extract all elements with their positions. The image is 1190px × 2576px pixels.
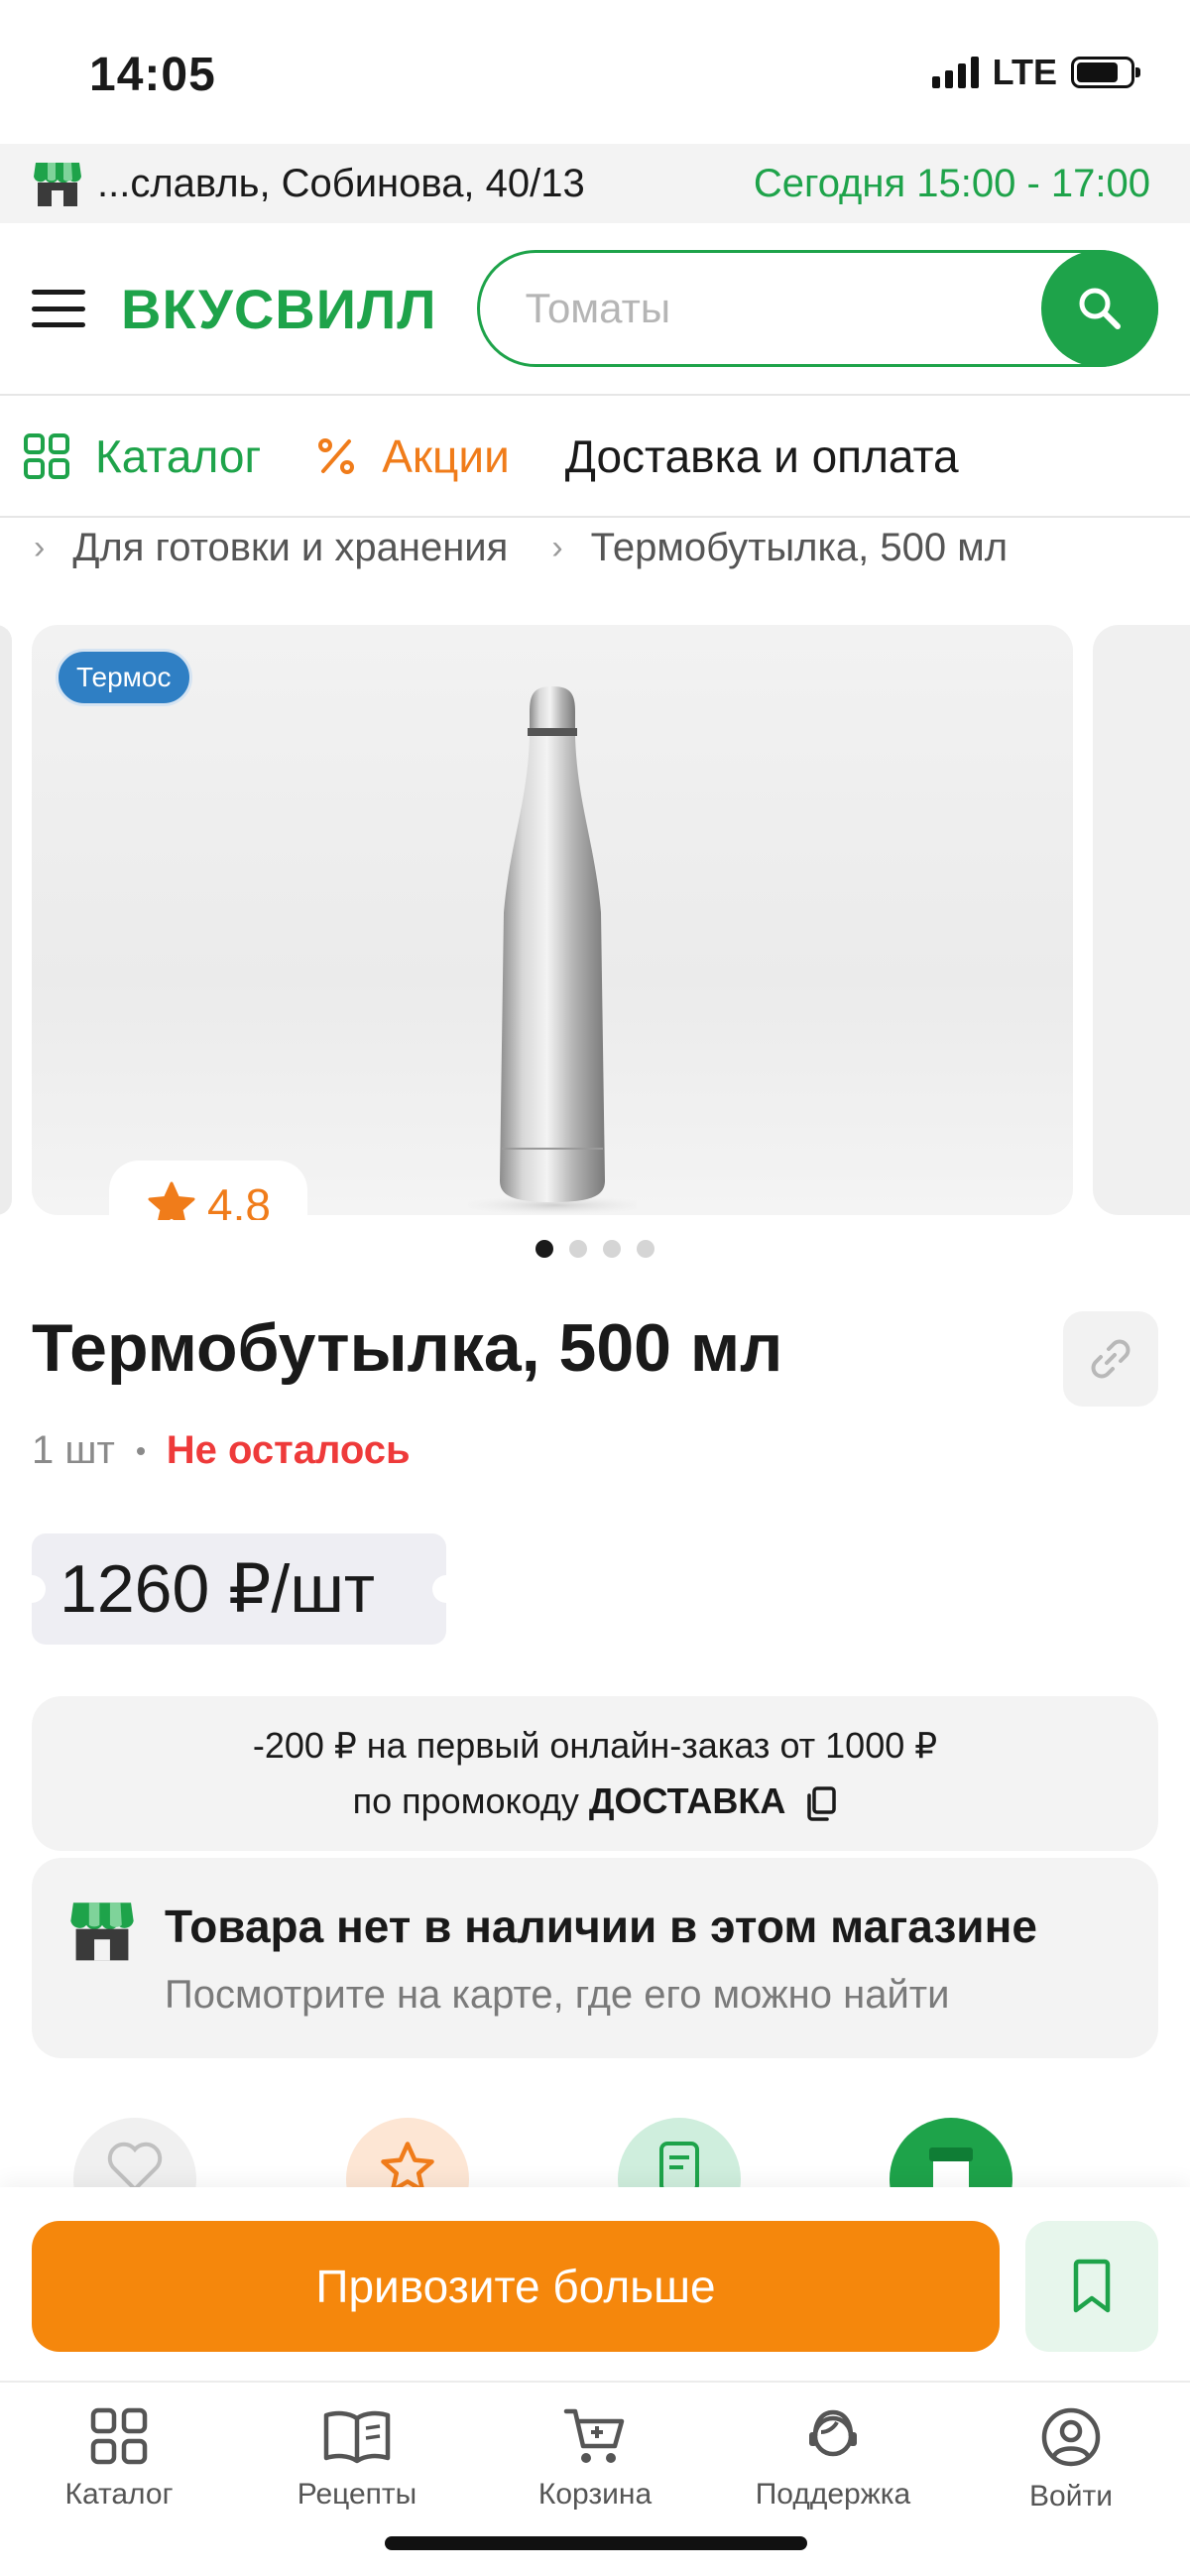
store-outline-icon: [929, 2147, 973, 2187]
notify-restock-button[interactable]: Привозите больше: [32, 2221, 1000, 2352]
book-icon: [323, 2410, 391, 2464]
rating-value: 4.8: [207, 1179, 271, 1220]
store-availability[interactable]: Товара нет в наличии в этом магазине Пос…: [32, 1858, 1158, 2058]
favorite-button[interactable]: [73, 2118, 196, 2187]
cta-area: Привозите больше: [0, 2187, 1190, 2381]
rate-button[interactable]: [346, 2118, 469, 2187]
signal-icon: [931, 57, 979, 88]
delivery-address: ...славль, Собинова, 40/13: [97, 161, 585, 205]
battery-icon: [1071, 57, 1140, 88]
header: ВКУСВИЛЛ: [0, 223, 1190, 394]
search-bar: [476, 250, 1158, 367]
gallery-pagination: [0, 1240, 1190, 1258]
product-price: 1260 ₽/шт: [18, 1533, 460, 1645]
copy-icon[interactable]: [805, 1785, 837, 1822]
separator-dot: [136, 1446, 145, 1455]
tab-label: Рецепты: [297, 2478, 417, 2511]
link-icon: [1091, 1339, 1130, 1379]
store-icon: [70, 1902, 134, 1961]
nav-sales[interactable]: Акции: [316, 429, 510, 483]
product-badge: Термос: [56, 649, 192, 706]
support-icon: [809, 2409, 857, 2457]
product-meta: 1 шт Не осталось: [32, 1428, 411, 1473]
product-image: [468, 686, 637, 1215]
pagination-dot[interactable]: [569, 1240, 587, 1258]
cart-icon: [563, 2408, 625, 2463]
network-type: LTE: [992, 52, 1057, 92]
search-input[interactable]: [525, 285, 962, 332]
search-button[interactable]: [1041, 250, 1158, 367]
star-icon: [148, 1181, 195, 1220]
breadcrumb: › Для готовки и хранения › Термобутылка,…: [30, 518, 1047, 577]
tab-label: Войти: [1029, 2480, 1113, 2513]
stock-status: Не осталось: [166, 1428, 411, 1472]
promo-code[interactable]: ДОСТАВКА: [589, 1780, 785, 1821]
home-indicator: [385, 2536, 807, 2550]
store-icon: [34, 163, 81, 206]
heart-icon: [107, 2142, 163, 2187]
product-gallery[interactable]: Термос 4.8: [0, 625, 1190, 1220]
status-time: 14:05: [89, 49, 216, 101]
profile-icon: [1041, 2407, 1101, 2467]
pagination-dot[interactable]: [536, 1240, 553, 1258]
product-title: Термобутылка, 500 мл: [32, 1310, 783, 1386]
status-bar: 14:05 LTE: [0, 0, 1190, 144]
tab-label: Каталог: [64, 2478, 174, 2511]
grid-icon: [24, 432, 69, 479]
chevron-right-icon: ›: [34, 528, 46, 566]
breadcrumb-item[interactable]: Для готовки и хранения: [72, 526, 508, 570]
promo-code-line: по промокоду ДОСТАВКА: [353, 1774, 838, 1829]
promo-banner: -200 ₽ на первый онлайн-заказ от 1000 ₽ …: [32, 1696, 1158, 1851]
search-icon: [1079, 288, 1121, 329]
breadcrumb-item-current: Термобутылка, 500 мл: [590, 525, 1009, 569]
reviews-button[interactable]: [618, 2118, 741, 2187]
gallery-prev-slide[interactable]: [0, 625, 12, 1215]
store-map-button[interactable]: [890, 2118, 1012, 2187]
chevron-right-icon: ›: [551, 528, 563, 566]
percent-icon: [316, 436, 356, 476]
tab-label: Корзина: [537, 2478, 653, 2511]
product-rating: 4.8: [109, 1161, 307, 1220]
delivery-time: Сегодня 15:00 - 17:00: [753, 161, 1150, 205]
gallery-next-slide[interactable]: [1093, 625, 1190, 1215]
pagination-dot[interactable]: [637, 1240, 654, 1258]
tab-catalog[interactable]: Каталог: [0, 2383, 238, 2576]
availability-title: Товара нет в наличии в этом магазине: [165, 1901, 1037, 1952]
nav-delivery[interactable]: Доставка и оплата: [565, 429, 959, 483]
main-nav: Каталог Акции Доставка и оплата: [0, 394, 1190, 518]
promo-prefix: по промокоду: [352, 1780, 579, 1821]
tab-label: Поддержка: [755, 2478, 911, 2511]
bookmark-button[interactable]: [1025, 2221, 1158, 2352]
promo-text: -200 ₽ на первый онлайн-заказ от 1000 ₽: [252, 1725, 938, 1766]
grid-icon: [90, 2407, 148, 2465]
product-actions-row: [0, 2118, 1190, 2187]
menu-icon[interactable]: [32, 290, 85, 327]
status-indicators: LTE: [931, 52, 1140, 93]
star-outline-icon: [381, 2142, 434, 2187]
product-quantity: 1 шт: [32, 1428, 115, 1472]
share-link-button[interactable]: [1063, 1311, 1158, 1407]
gallery-slide[interactable]: Термос: [32, 625, 1073, 1215]
bookmark-icon: [1073, 2259, 1111, 2313]
logo[interactable]: ВКУСВИЛЛ: [121, 277, 437, 341]
document-icon: [659, 2142, 699, 2187]
tab-profile[interactable]: Войти: [952, 2383, 1190, 2576]
nav-catalog[interactable]: Каталог: [24, 429, 261, 483]
nav-sales-label: Акции: [382, 429, 510, 482]
availability-subtitle: Посмотрите на карте, где его можно найти: [165, 1973, 950, 2017]
nav-catalog-label: Каталог: [95, 429, 262, 482]
pagination-dot[interactable]: [603, 1240, 621, 1258]
delivery-location-bar[interactable]: ...славль, Собинова, 40/13 Сегодня 15:00…: [0, 144, 1190, 223]
